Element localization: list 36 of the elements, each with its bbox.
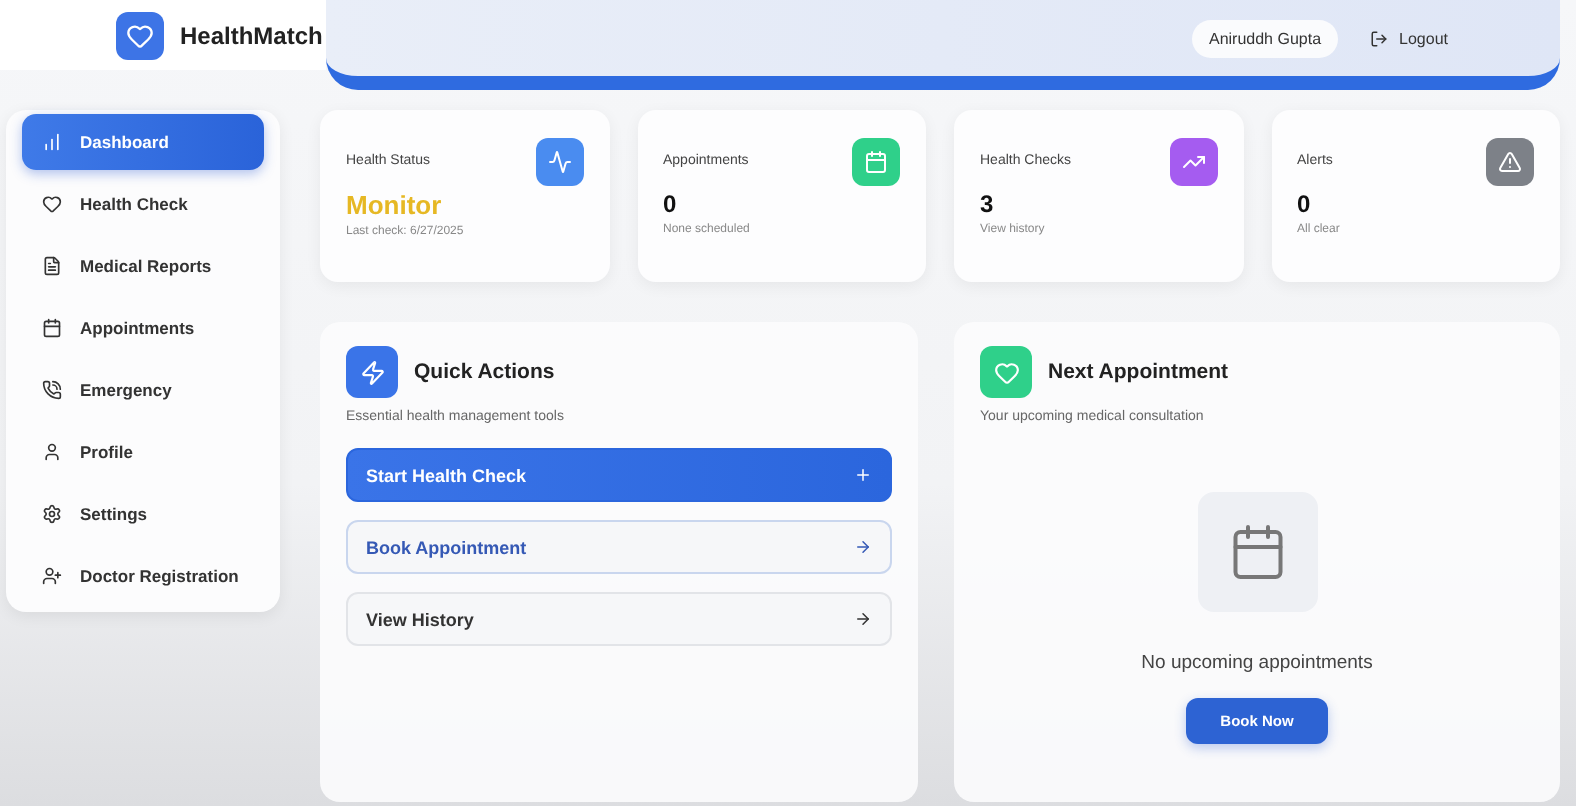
plus-icon: [854, 466, 872, 484]
card-title: Quick Actions: [414, 360, 555, 384]
settings-icon: [42, 504, 62, 524]
brand-name: HealthMatch: [180, 21, 323, 49]
heart-icon: [42, 194, 62, 214]
action-button[interactable]: View History: [346, 592, 892, 646]
logout-icon: [1369, 29, 1388, 47]
arrow-icon: [854, 538, 872, 556]
logout-button[interactable]: Logout: [1369, 29, 1448, 47]
stat-value: 3: [980, 190, 996, 218]
arrow-icon: [854, 610, 872, 628]
sidebar-item[interactable]: Health Check: [22, 176, 264, 232]
empty-message: No upcoming appointments: [1141, 652, 1373, 674]
user-plus-icon: [42, 566, 62, 586]
sidebar-item[interactable]: Appointments: [22, 300, 264, 356]
card-title: Next Appointment: [1048, 360, 1229, 384]
action-button[interactable]: Book Appointment: [346, 520, 892, 574]
document-icon: [42, 256, 62, 276]
logo-icon: [116, 11, 164, 59]
calendar-icon: [42, 318, 62, 338]
sidebar-item[interactable]: Emergency: [22, 362, 264, 418]
user-icon: [42, 442, 62, 462]
phone-icon: [42, 380, 62, 400]
stat-value: 0: [1297, 190, 1313, 218]
sidebar-item[interactable]: Doctor Registration: [22, 548, 264, 604]
stat-value: 0: [663, 190, 679, 218]
user-name: Aniruddh Gupta: [1192, 19, 1338, 57]
sidebar-item[interactable]: Dashboard: [22, 114, 264, 170]
action-button[interactable]: Start Health Check: [346, 448, 892, 502]
chart-icon: [42, 132, 62, 152]
calendar-icon: [1197, 492, 1317, 612]
lightning-icon: [346, 346, 398, 398]
stat-value: Monitor: [346, 190, 444, 220]
sidebar-item[interactable]: Medical Reports: [22, 238, 264, 294]
sidebar-item[interactable]: Profile: [22, 424, 264, 480]
sidebar-item[interactable]: Settings: [22, 486, 264, 542]
